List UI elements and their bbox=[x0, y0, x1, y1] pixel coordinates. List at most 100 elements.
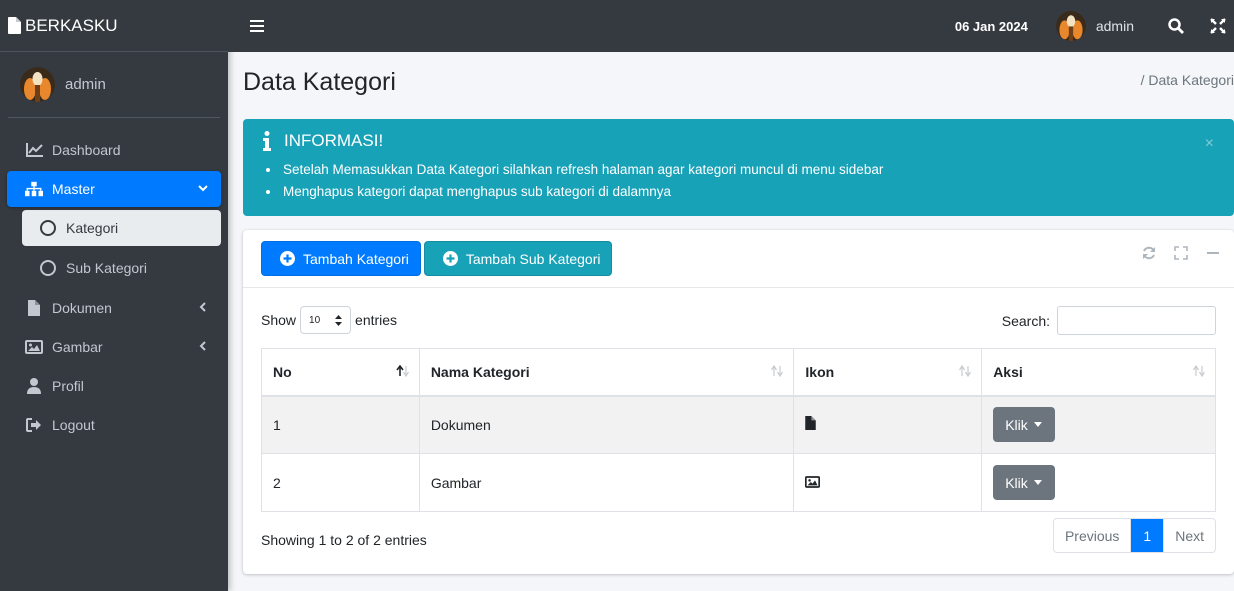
avatar bbox=[1055, 11, 1086, 41]
user-panel[interactable]: admin bbox=[8, 52, 220, 118]
brand-link[interactable]: BERKASKU bbox=[0, 0, 228, 52]
add-subcategory-button[interactable]: Tambah Sub Kategori bbox=[423, 241, 613, 276]
header-label: Aksi bbox=[993, 363, 1023, 380]
caret-down-icon bbox=[1033, 422, 1042, 428]
sitemap-icon bbox=[25, 180, 43, 198]
image-icon bbox=[805, 475, 821, 488]
fullscreen-icon[interactable] bbox=[1210, 18, 1226, 34]
page-length-select[interactable]: 10 bbox=[300, 306, 352, 334]
topbar: 06 Jan 2024 admin bbox=[228, 0, 1234, 52]
chevron-down-icon bbox=[198, 185, 208, 192]
cell-no: 1 bbox=[261, 395, 420, 454]
plus-circle-icon bbox=[280, 251, 295, 266]
pagination-previous[interactable]: Previous bbox=[1054, 519, 1132, 552]
avatar bbox=[20, 67, 55, 102]
sidebar-item-label: Dokumen bbox=[52, 300, 112, 316]
sidebar: BERKASKU admin Dashboard Master Kategori… bbox=[0, 0, 228, 591]
sidebar-item-label: Kategori bbox=[66, 220, 119, 236]
sidebar-item-label: Logout bbox=[52, 417, 95, 433]
chevron-left-icon bbox=[199, 302, 206, 312]
alert-line: Menghapus kategori dapat menghapus sub k… bbox=[281, 181, 1218, 203]
action-dropdown-button[interactable]: Klik bbox=[993, 465, 1056, 500]
header-label: Nama Kategori bbox=[430, 363, 530, 380]
cell-action: Klik bbox=[981, 395, 1216, 454]
cell-name: Dokumen bbox=[418, 395, 795, 454]
pagination-next[interactable]: Next bbox=[1164, 519, 1215, 552]
sidebar-item-master[interactable]: Master bbox=[7, 171, 221, 207]
sort-arrows-icon bbox=[335, 315, 343, 326]
alert-line: Setelah Memasukkan Data Kategori silahka… bbox=[281, 159, 1218, 181]
alert-title: INFORMASI! bbox=[284, 131, 384, 150]
entries-label: entries bbox=[355, 312, 398, 328]
refresh-icon[interactable] bbox=[1142, 246, 1156, 260]
sidebar-item-label: Dashboard bbox=[52, 142, 121, 158]
table-row: 1 Dokumen Klik bbox=[261, 395, 1216, 454]
page-length-value: 10 bbox=[309, 314, 321, 326]
sidebar-item-dashboard[interactable]: Dashboard bbox=[7, 132, 221, 168]
table-info: Showing 1 to 2 of 2 entries bbox=[261, 532, 427, 548]
chart-icon bbox=[25, 141, 43, 159]
minus-icon[interactable] bbox=[1206, 246, 1220, 260]
category-card: Tambah Kategori Tambah Sub Kategori Show… bbox=[243, 230, 1234, 574]
header-label: Ikon bbox=[805, 363, 835, 380]
topbar-right: 06 Jan 2024 admin bbox=[955, 11, 1234, 41]
info-icon bbox=[263, 131, 271, 151]
button-label: Klik bbox=[1005, 416, 1028, 433]
close-icon[interactable]: × bbox=[1205, 135, 1214, 153]
column-header-ikon[interactable]: Ikon bbox=[793, 348, 983, 397]
current-date: 06 Jan 2024 bbox=[954, 18, 1028, 34]
pagination-page-1[interactable]: 1 bbox=[1131, 519, 1165, 552]
sign-out-icon bbox=[25, 416, 43, 434]
alert-header: INFORMASI! bbox=[259, 131, 1218, 151]
column-header-nama[interactable]: Nama Kategori bbox=[418, 348, 795, 397]
search-input[interactable] bbox=[1057, 306, 1216, 335]
table-header-row: No Nama Kategori Ikon Aksi bbox=[261, 348, 1216, 397]
sidebar-item-label: Sub Kategori bbox=[66, 260, 147, 276]
sidebar-item-label: Master bbox=[52, 181, 95, 197]
search-label: Search: bbox=[1001, 312, 1050, 329]
button-label: Tambah Sub Kategori bbox=[465, 250, 601, 267]
sort-icon bbox=[959, 365, 972, 377]
action-dropdown-button[interactable]: Klik bbox=[993, 407, 1056, 443]
category-table: No Nama Kategori Ikon Aksi 1 Dokumen Kli… bbox=[261, 348, 1216, 512]
sidebar-item-profil[interactable]: Profil bbox=[7, 368, 221, 404]
card-body: Show 10 entries Search: bbox=[243, 288, 1234, 335]
show-label: Show bbox=[261, 312, 297, 328]
add-category-button[interactable]: Tambah Kategori bbox=[261, 241, 421, 276]
sidebar-item-kategori[interactable]: Kategori bbox=[22, 210, 221, 246]
header-label: No bbox=[273, 363, 292, 380]
main-content: Data Kategori / Data Kategori INFORMASI!… bbox=[228, 52, 1234, 591]
caret-down-icon bbox=[1033, 480, 1042, 485]
sidebar-item-label: Profil bbox=[52, 378, 84, 394]
sidebar-item-sub-kategori[interactable]: Sub Kategori bbox=[22, 250, 221, 286]
page-title: Data Kategori bbox=[243, 68, 396, 96]
column-header-no[interactable]: No bbox=[261, 348, 420, 397]
sidebar-item-gambar[interactable]: Gambar bbox=[7, 329, 221, 365]
breadcrumb: / Data Kategori bbox=[1140, 72, 1234, 88]
sort-icon bbox=[771, 365, 784, 377]
sidebar-username: admin bbox=[65, 76, 106, 93]
brand-name: BERKASKU bbox=[25, 15, 118, 35]
file-icon bbox=[805, 416, 817, 431]
alert-list: Setelah Memasukkan Data Kategori silahka… bbox=[281, 159, 1218, 202]
sidebar-item-dokumen[interactable]: Dokumen bbox=[7, 290, 221, 326]
sort-asc-icon bbox=[396, 365, 409, 377]
user-icon bbox=[25, 377, 43, 395]
plus-circle-icon bbox=[442, 251, 458, 266]
circle-icon bbox=[40, 260, 56, 276]
menu-icon[interactable] bbox=[250, 20, 264, 32]
sidebar-item-label: Gambar bbox=[52, 339, 103, 355]
search-icon[interactable] bbox=[1168, 18, 1184, 34]
column-header-aksi[interactable]: Aksi bbox=[981, 348, 1216, 397]
table-search: Search: bbox=[1002, 306, 1216, 335]
pagination: Previous 1 Next bbox=[1052, 518, 1216, 553]
sort-icon bbox=[1192, 365, 1206, 377]
sidebar-item-logout[interactable]: Logout bbox=[7, 407, 221, 443]
sidebar-nav: Dashboard Master Kategori Sub Kategori D… bbox=[0, 118, 228, 443]
user-menu[interactable]: admin bbox=[1055, 11, 1134, 41]
chevron-left-icon bbox=[199, 341, 206, 351]
card-tools bbox=[1124, 246, 1220, 260]
table-row: 2 Gambar Klik bbox=[261, 453, 1216, 512]
expand-icon[interactable] bbox=[1174, 246, 1188, 260]
button-label: Tambah Kategori bbox=[303, 250, 409, 267]
